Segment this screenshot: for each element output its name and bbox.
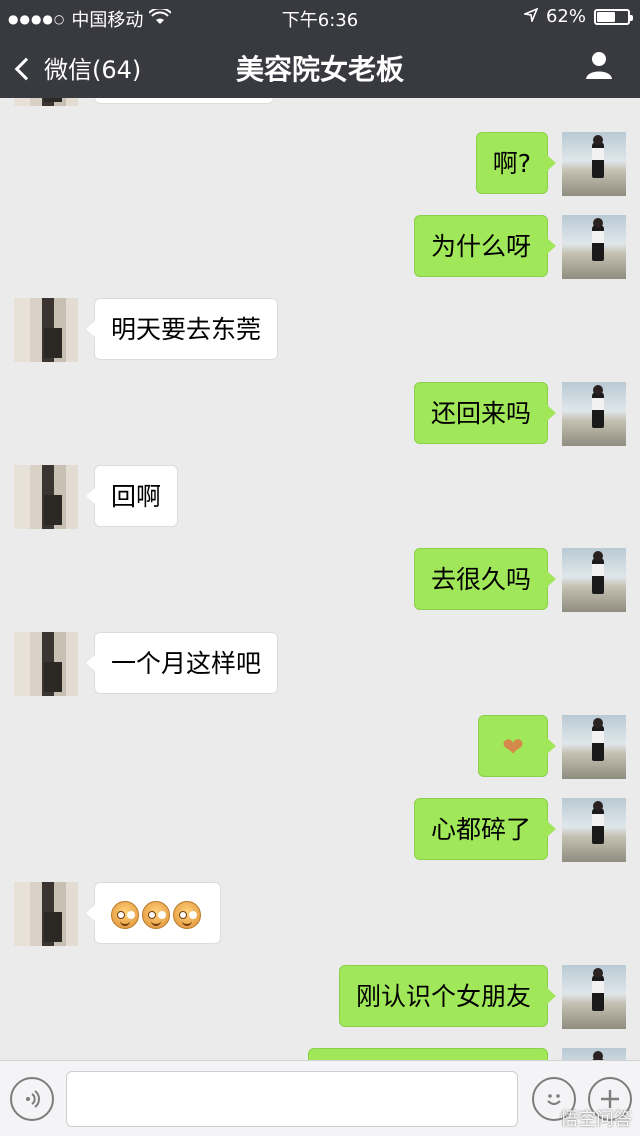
location-arrow-icon: [522, 6, 539, 27]
person-icon: [586, 52, 612, 79]
voice-button[interactable]: [10, 1077, 54, 1121]
my-avatar[interactable]: [562, 965, 626, 1029]
message-bubble[interactable]: ❤: [478, 715, 556, 777]
message-row: 一个月这样吧: [0, 632, 640, 698]
message-bubble[interactable]: 啊?: [475, 132, 557, 194]
status-right: 62%: [522, 6, 633, 27]
my-avatar[interactable]: [562, 798, 626, 862]
laugh-emoji-icon: [142, 901, 170, 929]
my-avatar[interactable]: [562, 548, 626, 612]
my-avatar[interactable]: [562, 715, 626, 779]
message-bubble[interactable]: 去很久吗: [413, 548, 557, 610]
nav-bar: 微信(64) 美容院女老板: [0, 34, 640, 98]
message-input[interactable]: [66, 1071, 518, 1127]
input-bar: 悟空问答: [0, 1060, 640, 1136]
battery-percent: 62%: [545, 6, 586, 27]
message-row: 回啊: [0, 465, 640, 531]
chat-title: 美容院女老板: [235, 53, 404, 86]
message-bubble[interactable]: [86, 882, 221, 944]
message-bubble[interactable]: 明天要去东莞: [85, 298, 279, 360]
message-row: 刚认识个女朋友: [0, 965, 640, 1031]
battery-icon: [594, 8, 633, 25]
my-avatar[interactable]: [562, 132, 626, 196]
message-row: 明天要去东莞: [0, 298, 640, 364]
laugh-emoji-icon: [173, 901, 201, 929]
message-bubble[interactable]: 回啊: [85, 465, 179, 527]
message-bubble[interactable]: 刚认识个女朋友: [338, 965, 557, 1027]
contact-avatar[interactable]: [14, 465, 78, 529]
message-bubble[interactable]: [94, 98, 274, 104]
chat-area[interactable]: 啊? 为什么呀 明天要去东莞 还回来吗 回啊 去很久吗 一个月这样吧 ❤ 心都碎…: [0, 98, 640, 1060]
heart-emoji-icon: ❤: [502, 733, 524, 763]
voice-icon: [26, 1090, 40, 1108]
message-bubble[interactable]: 为什么呀: [413, 215, 557, 277]
message-row: ❤: [0, 715, 640, 781]
message-row: [0, 882, 640, 948]
my-avatar[interactable]: [562, 215, 626, 279]
my-avatar[interactable]: [562, 382, 626, 446]
watermark: 悟空问答: [560, 1109, 632, 1130]
my-avatar[interactable]: [562, 1048, 626, 1060]
message-row: 去很久吗: [0, 548, 640, 614]
message-row: [0, 1048, 640, 1060]
message-row: 心都碎了: [0, 798, 640, 864]
contact-avatar[interactable]: [14, 298, 78, 362]
message-bubble[interactable]: [308, 1048, 548, 1060]
message-bubble[interactable]: 一个月这样吧: [85, 632, 279, 694]
contact-avatar[interactable]: [14, 882, 78, 946]
message-row: 啊?: [0, 132, 640, 198]
message-bubble[interactable]: 心都碎了: [413, 798, 557, 860]
status-bar: ●●●●○ 中国移动 下午6:36 62%: [0, 0, 640, 34]
battery-fill: [597, 11, 615, 22]
contact-avatar[interactable]: [14, 98, 78, 106]
contact-avatar[interactable]: [14, 632, 78, 696]
message-row: 还回来吗: [0, 382, 640, 448]
profile-button[interactable]: [584, 50, 614, 80]
laugh-emoji-icon: [111, 901, 139, 929]
message-row: 为什么呀: [0, 215, 640, 281]
message-row: [0, 98, 640, 108]
message-bubble[interactable]: 还回来吗: [413, 382, 557, 444]
